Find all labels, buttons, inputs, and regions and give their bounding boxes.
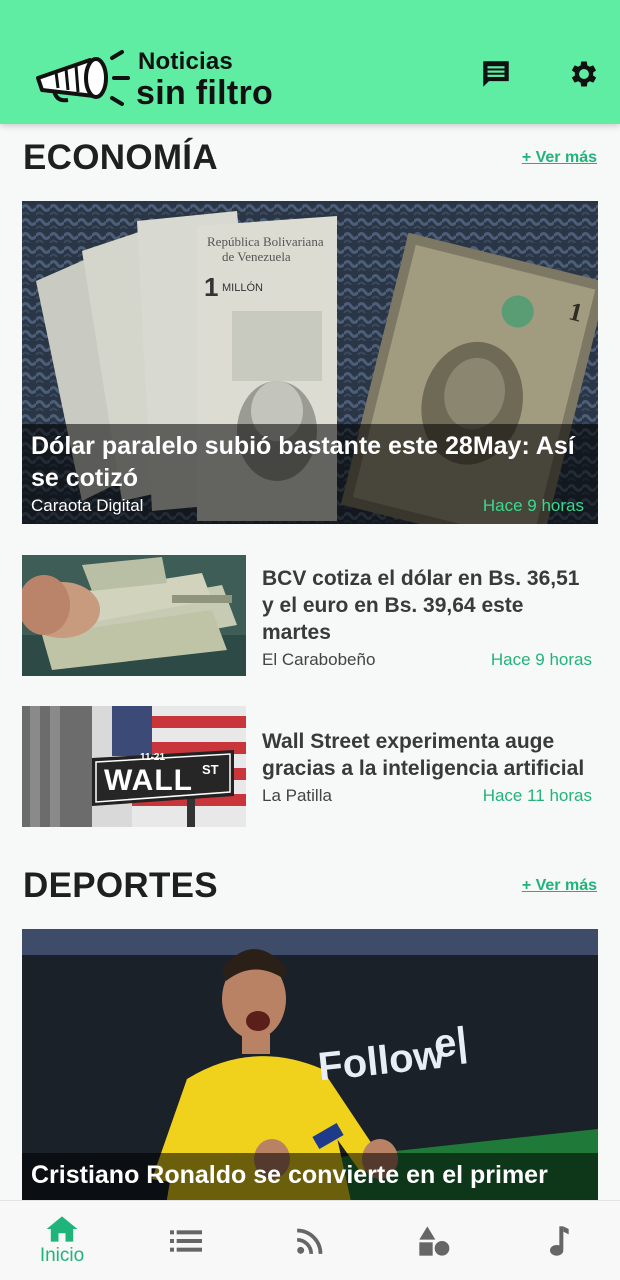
article-source: La Patilla — [262, 786, 332, 805]
nav-item-categories[interactable] — [372, 1201, 496, 1280]
nav-item-rss[interactable] — [248, 1201, 372, 1280]
music-note-icon — [550, 1225, 569, 1256]
shapes-icon — [419, 1225, 450, 1256]
section-title-economia: ECONOMÍA — [23, 138, 218, 177]
svg-text:MILLÓN: MILLÓN — [222, 281, 263, 294]
brand-line-2: sin filtro — [136, 74, 274, 112]
nav-item-music[interactable] — [496, 1201, 620, 1280]
svg-text:de Venezuela: de Venezuela — [222, 249, 291, 264]
gear-icon[interactable] — [564, 54, 604, 94]
ver-mas-economia-link[interactable]: + Ver más — [522, 149, 597, 167]
rss-icon — [297, 1228, 323, 1254]
nav-item-inicio[interactable]: Inicio — [0, 1201, 124, 1280]
featured-source: Caraota Digital — [31, 496, 144, 515]
featured-article-economia[interactable]: República Bolivariana de Venezuela 1 MIL… — [22, 201, 598, 524]
featured-title: Dólar paralelo subió bastante este 28May… — [31, 432, 575, 492]
thumbnail-dollars — [22, 555, 246, 676]
app-root: Noticias sin filtro ECONOMÍA + Ver más R… — [0, 0, 620, 1280]
street-sign-sup: ST — [202, 762, 219, 777]
list-item-article[interactable]: BCV cotiza el dólar en Bs. 36,51 y el eu… — [22, 555, 598, 676]
featured-caption: Dólar paralelo subió bastante este 28May… — [22, 424, 598, 524]
megaphone-icon — [36, 50, 130, 106]
nav-label-inicio: Inicio — [39, 1244, 85, 1266]
featured-time: Hace 9 horas — [482, 496, 584, 515]
thumbnail-wall-street: WALL ST 11-21 — [22, 706, 246, 827]
street-sign-text: WALL — [104, 764, 193, 797]
brand-logo[interactable]: Noticias sin filtro — [32, 44, 312, 116]
featured-title: Cristiano Ronaldo se convierte en el pri… — [31, 1161, 548, 1189]
article-title: Wall Street experimenta auge gracias a l… — [262, 730, 585, 780]
news-feed[interactable]: ECONOMÍA + Ver más República Bolivariana… — [0, 124, 620, 1200]
home-icon — [46, 1215, 78, 1242]
list-item-article[interactable]: WALL ST 11-21 Wall Street experimenta au… — [22, 706, 598, 827]
message-icon[interactable] — [476, 54, 516, 94]
brand-line-1: Noticias — [138, 48, 233, 75]
article-time: Hace 11 horas — [482, 786, 592, 805]
ver-mas-deportes-link[interactable]: + Ver más — [522, 877, 597, 895]
street-sign-number: 11-21 — [140, 752, 166, 763]
featured-caption: Cristiano Ronaldo se convierte en el pri… — [22, 1153, 598, 1200]
app-header: Noticias sin filtro — [0, 0, 620, 124]
svg-text:1: 1 — [204, 272, 218, 302]
bottom-navigation: Inicio — [0, 1200, 620, 1280]
svg-text:República Bolivariana: República Bolivariana — [207, 234, 324, 249]
image-banner-text-2: e| — [431, 1019, 470, 1067]
section-title-deportes: DEPORTES — [23, 866, 218, 905]
featured-article-deportes[interactable]: Follow e| Cristiano Ronaldo se convierte… — [22, 929, 598, 1200]
article-time: Hace 9 horas — [490, 650, 592, 669]
list-icon — [170, 1229, 202, 1252]
nav-item-list[interactable] — [124, 1201, 248, 1280]
article-source: El Carabobeño — [262, 650, 376, 669]
article-title: BCV cotiza el dólar en Bs. 36,51 y el eu… — [262, 567, 580, 644]
